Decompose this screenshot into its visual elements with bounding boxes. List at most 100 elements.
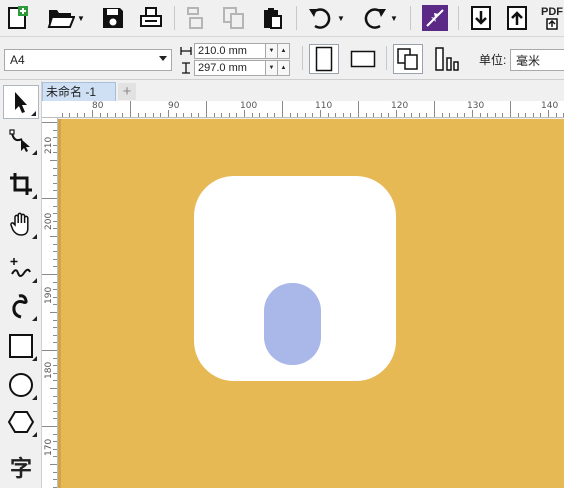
freehand-tool[interactable] (3, 251, 39, 285)
ruler-tick (50, 160, 57, 161)
horizontal-ruler[interactable]: 80 90 100 110 120 130 140 (57, 101, 564, 118)
ruler-tick (403, 113, 405, 117)
text-tool-glyph: 字 (9, 457, 32, 482)
page-height-row: 297.0 mm ▼ ▲ (178, 60, 290, 76)
ruler-tick (342, 113, 344, 117)
document-tab[interactable]: 未命名 -1 (42, 82, 116, 101)
ruler-tick (42, 122, 57, 123)
ruler-tick (42, 426, 57, 427)
vertical-ruler[interactable]: 210 200 190 180 170 (42, 118, 58, 488)
text-tool[interactable]: 字 (3, 450, 39, 484)
ruler-tick (282, 101, 283, 117)
redo-button[interactable]: ▼ (356, 3, 402, 33)
portrait-icon (315, 46, 333, 72)
ruler-tick (555, 113, 557, 117)
ruler-tick (53, 266, 57, 268)
ruler-tick (464, 113, 466, 117)
height-decrement-icon[interactable]: ▼ (266, 60, 278, 76)
ruler-tick (53, 471, 57, 473)
polygon-tool[interactable] (3, 405, 39, 439)
page-height-field[interactable]: 297.0 mm (194, 60, 266, 76)
redo-dropdown-icon[interactable]: ▼ (390, 14, 398, 23)
width-decrement-icon[interactable]: ▼ (266, 43, 278, 59)
export-icon (507, 6, 527, 30)
ruler-tick (53, 243, 57, 245)
ruler-tick (456, 113, 458, 117)
ruler-tick (99, 113, 101, 117)
ruler-tick (53, 448, 57, 450)
artistic-media-icon (12, 294, 28, 319)
page-width-field[interactable]: 210.0 mm (194, 43, 266, 59)
drawing-canvas[interactable] (58, 119, 564, 488)
all-pages-button[interactable] (393, 44, 423, 74)
new-document-button[interactable] (4, 3, 32, 33)
open-button[interactable]: ▼ (44, 3, 88, 33)
print-button[interactable] (136, 3, 166, 33)
ruler-tick (53, 456, 57, 458)
ruler-tick (114, 113, 116, 117)
publish-pdf-button[interactable]: PDF (540, 3, 564, 33)
snap-button[interactable] (420, 3, 450, 33)
ruler-tick (122, 113, 124, 117)
page-border (58, 119, 61, 488)
all-pages-icon (397, 48, 418, 70)
paste-format-button[interactable] (218, 3, 250, 33)
ruler-tick (525, 113, 527, 117)
ellipse-tool[interactable] (3, 368, 39, 402)
ruler-tick (365, 113, 367, 117)
ruler-origin[interactable] (42, 101, 58, 118)
ruler-tick (274, 113, 276, 117)
current-page-button[interactable] (432, 44, 462, 74)
copy-format-button[interactable] (181, 3, 211, 33)
ruler-tick (53, 418, 57, 420)
rectangle-tool[interactable] (3, 329, 39, 363)
pdf-icon (546, 18, 558, 30)
ruler-tick (510, 101, 511, 117)
height-increment-icon[interactable]: ▲ (278, 60, 290, 76)
open-folder-icon (47, 10, 76, 28)
ruler-tick (320, 110, 321, 117)
undo-button[interactable]: ▼ (303, 3, 349, 33)
toolbar-separator (386, 46, 387, 70)
save-button[interactable] (99, 3, 127, 33)
ruler-tick (168, 110, 169, 117)
paste-format-icon (223, 7, 244, 29)
width-icon (178, 43, 194, 59)
pick-tool[interactable] (3, 85, 39, 119)
portrait-button[interactable] (309, 44, 339, 74)
ruler-tick (53, 289, 57, 291)
ruler-tick (236, 113, 238, 117)
undo-dropdown-icon[interactable]: ▼ (337, 14, 345, 23)
clipboard-button[interactable] (257, 3, 287, 33)
ruler-tick (53, 319, 57, 321)
shape-tool[interactable] (3, 123, 39, 157)
width-increment-icon[interactable]: ▲ (278, 43, 290, 59)
crop-tool[interactable] (3, 167, 39, 201)
ruler-tick (388, 113, 390, 117)
flyout-corner-icon (32, 234, 37, 239)
flyout-corner-icon (32, 395, 37, 400)
ruler-tick (61, 113, 63, 117)
artistic-media-tool[interactable] (3, 289, 39, 323)
toolbar-separator (174, 6, 175, 30)
units-select[interactable]: 毫米 (510, 49, 564, 71)
import-button[interactable] (466, 3, 496, 33)
clipboard-icon (264, 8, 282, 29)
ruler-tick (198, 113, 200, 117)
ruler-tick (441, 113, 443, 117)
ruler-tick (53, 144, 57, 146)
hexagon-icon (8, 411, 34, 433)
landscape-button[interactable] (348, 44, 378, 74)
pan-tool[interactable] (3, 207, 39, 241)
height-icon (178, 60, 194, 76)
page-size-select[interactable]: A4 (4, 49, 172, 71)
ruler-tick (502, 113, 504, 117)
ruler-tick (350, 113, 352, 117)
pill-shape[interactable] (264, 283, 321, 365)
ruler-tick (84, 113, 86, 117)
open-dropdown-icon[interactable]: ▼ (77, 14, 85, 23)
ruler-tick (53, 342, 57, 344)
ruler-tick (517, 113, 519, 117)
export-button[interactable] (502, 3, 532, 33)
add-tab-button[interactable]: + (118, 83, 136, 100)
